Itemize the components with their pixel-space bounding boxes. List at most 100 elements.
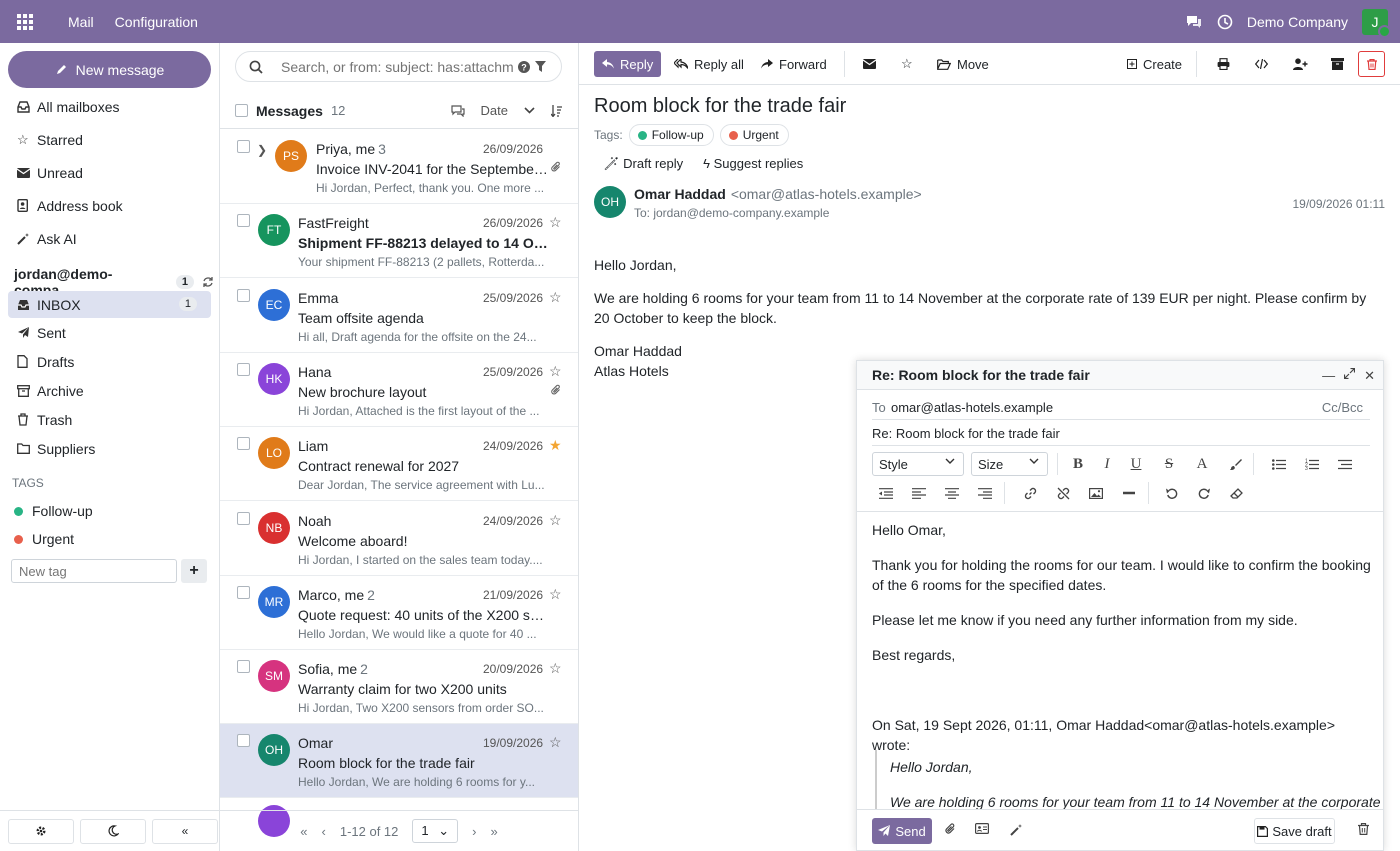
sidebar-folder-archive[interactable]: Archive [8, 377, 211, 404]
outdent-icon[interactable] [876, 483, 896, 503]
template-icon[interactable] [975, 823, 989, 834]
message-row[interactable]: OH Omar 19/09/2026 ☆ Room block for the trad… [220, 724, 578, 798]
align-right-icon[interactable] [975, 483, 995, 503]
dark-mode-button[interactable] [80, 818, 146, 844]
mark-unread-button[interactable] [855, 51, 884, 77]
help-icon[interactable]: ? [518, 60, 530, 73]
print-button[interactable] [1209, 51, 1238, 77]
tag-pill-urgent[interactable]: Urgent [719, 124, 789, 146]
app-menu-button[interactable] [0, 0, 50, 43]
new-tag-input[interactable] [11, 559, 177, 583]
sort-field-select[interactable]: Date [481, 103, 508, 118]
to-field[interactable]: To omar@atlas-hotels.example Cc/Bcc [872, 395, 1370, 420]
link-icon[interactable] [1020, 483, 1040, 503]
chevron-down-icon[interactable] [524, 107, 535, 114]
attachment-icon[interactable] [945, 823, 956, 835]
composer-body[interactable]: Hello Omar, Thank you for holding the ro… [857, 511, 1383, 809]
message-row[interactable]: MR Marco, me 2 21/09/2026 ☆ Quote request: 40… [220, 576, 578, 650]
star-icon[interactable]: ☆ [549, 660, 562, 677]
settings-button[interactable] [8, 818, 74, 844]
company-switcher[interactable]: Demo Company [1247, 14, 1348, 30]
message-row[interactable]: HK Hana 25/09/2026 ☆ New brochure layout Hi J… [220, 353, 578, 427]
row-checkbox[interactable] [237, 586, 250, 599]
message-row[interactable]: ❯ PS Priya, me 3 26/09/2026 Invoice INV-2041 … [220, 130, 578, 204]
sidebar-folder-drafts[interactable]: Drafts [8, 348, 211, 375]
sidebar-folder-inbox[interactable]: INBOX 1 [8, 291, 211, 318]
message-row[interactable]: NB Noah 24/09/2026 ☆ Welcome aboard! Hi Jorda… [220, 502, 578, 576]
numbered-list-icon[interactable]: 123 [1302, 454, 1322, 474]
refresh-icon[interactable] [202, 276, 214, 288]
redo-icon[interactable] [1194, 483, 1214, 503]
move-button[interactable]: Move [929, 51, 997, 77]
sidebar-tag-urgent[interactable]: Urgent [14, 531, 74, 547]
checklist-icon[interactable] [1335, 454, 1355, 474]
size-dropdown[interactable]: Size [971, 452, 1048, 476]
star-icon[interactable]: ☆ [549, 734, 562, 751]
magic-wand-icon[interactable] [1010, 823, 1023, 836]
add-contact-button[interactable] [1285, 51, 1316, 77]
align-left-icon[interactable] [909, 483, 929, 503]
save-draft-button[interactable]: Save draft [1254, 818, 1335, 844]
first-page-icon[interactable]: « [300, 824, 307, 839]
forward-button[interactable]: Forward [753, 51, 835, 77]
sort-order-icon[interactable] [551, 104, 562, 117]
sidebar-item-ask-ai[interactable]: Ask AI [8, 225, 211, 252]
menu-configuration[interactable]: Configuration [115, 14, 198, 30]
clock-icon[interactable] [1217, 14, 1233, 30]
page-select[interactable]: 1 ⌄ [412, 819, 459, 843]
row-checkbox[interactable] [237, 289, 250, 302]
font-color-icon[interactable]: A [1192, 454, 1212, 474]
subject-field[interactable]: Re: Room block for the trade fair [872, 421, 1370, 446]
view-source-button[interactable] [1247, 51, 1276, 77]
bullet-list-icon[interactable] [1269, 454, 1289, 474]
create-button[interactable]: Create [1119, 51, 1190, 77]
image-icon[interactable] [1086, 483, 1106, 503]
close-icon[interactable]: ✕ [1364, 368, 1375, 384]
row-checkbox[interactable] [237, 660, 250, 673]
search-box[interactable]: ? [235, 51, 562, 82]
style-dropdown[interactable]: Style [872, 452, 964, 476]
send-button[interactable]: Send [872, 818, 932, 844]
next-page-icon[interactable]: › [472, 824, 476, 839]
reply-button[interactable]: Reply [594, 51, 662, 77]
sidebar-item-address-book[interactable]: Address book [8, 192, 211, 219]
discard-draft-icon[interactable] [1358, 823, 1369, 835]
message-row[interactable]: FT FastFreight 26/09/2026 ☆ Shipment FF-8821… [220, 204, 578, 278]
row-checkbox[interactable] [237, 363, 250, 376]
sidebar-folder-trash[interactable]: Trash [8, 406, 211, 433]
message-row[interactable]: LO Liam 24/09/2026 ★ Contract renewal for 20… [220, 427, 578, 501]
collapse-sidebar-button[interactable]: « [152, 818, 218, 844]
sidebar-item-starred[interactable]: ☆ Starred [8, 126, 211, 153]
archive-button[interactable] [1323, 51, 1352, 77]
strikethrough-icon[interactable]: S [1159, 454, 1179, 474]
suggest-replies-button[interactable]: ϟ Suggest replies [703, 156, 803, 172]
row-checkbox[interactable] [237, 512, 250, 525]
star-icon[interactable]: ☆ [549, 289, 562, 306]
sidebar-item-unread[interactable]: Unread [8, 159, 211, 186]
star-icon[interactable]: ☆ [549, 214, 562, 231]
star-icon[interactable]: ☆ [549, 363, 562, 380]
sidebar-item-all-mailboxes[interactable]: All mailboxes [8, 93, 211, 120]
to-recipient[interactable]: omar@atlas-hotels.example [891, 400, 1053, 415]
italic-icon[interactable]: I [1097, 454, 1117, 474]
search-input[interactable] [281, 58, 516, 75]
undo-icon[interactable] [1162, 483, 1182, 503]
star-button[interactable]: ☆ [893, 51, 921, 77]
align-center-icon[interactable] [942, 483, 962, 503]
message-row[interactable]: EC Emma 25/09/2026 ☆ Team offsite agenda Hi a… [220, 279, 578, 353]
star-icon[interactable]: ☆ [549, 586, 562, 603]
chevron-right-icon[interactable]: ❯ [257, 143, 267, 157]
message-row[interactable]: SM Sofia, me 2 20/09/2026 ☆ Warranty claim fo… [220, 650, 578, 724]
reply-all-button[interactable]: Reply all [666, 51, 752, 77]
minimize-icon[interactable]: — [1322, 368, 1335, 384]
highlight-brush-icon[interactable] [1225, 454, 1245, 474]
sender-name[interactable]: Omar Haddad [634, 186, 726, 202]
row-checkbox[interactable] [237, 734, 250, 747]
star-icon[interactable]: ☆ [549, 512, 562, 529]
select-all-checkbox[interactable] [235, 104, 248, 117]
sidebar-tag-follow-up[interactable]: Follow-up [14, 503, 93, 519]
underline-icon[interactable]: U [1126, 454, 1146, 474]
prev-page-icon[interactable]: ‹ [322, 824, 326, 839]
chat-icon[interactable] [1185, 14, 1203, 30]
new-message-button[interactable]: New message [8, 51, 211, 88]
